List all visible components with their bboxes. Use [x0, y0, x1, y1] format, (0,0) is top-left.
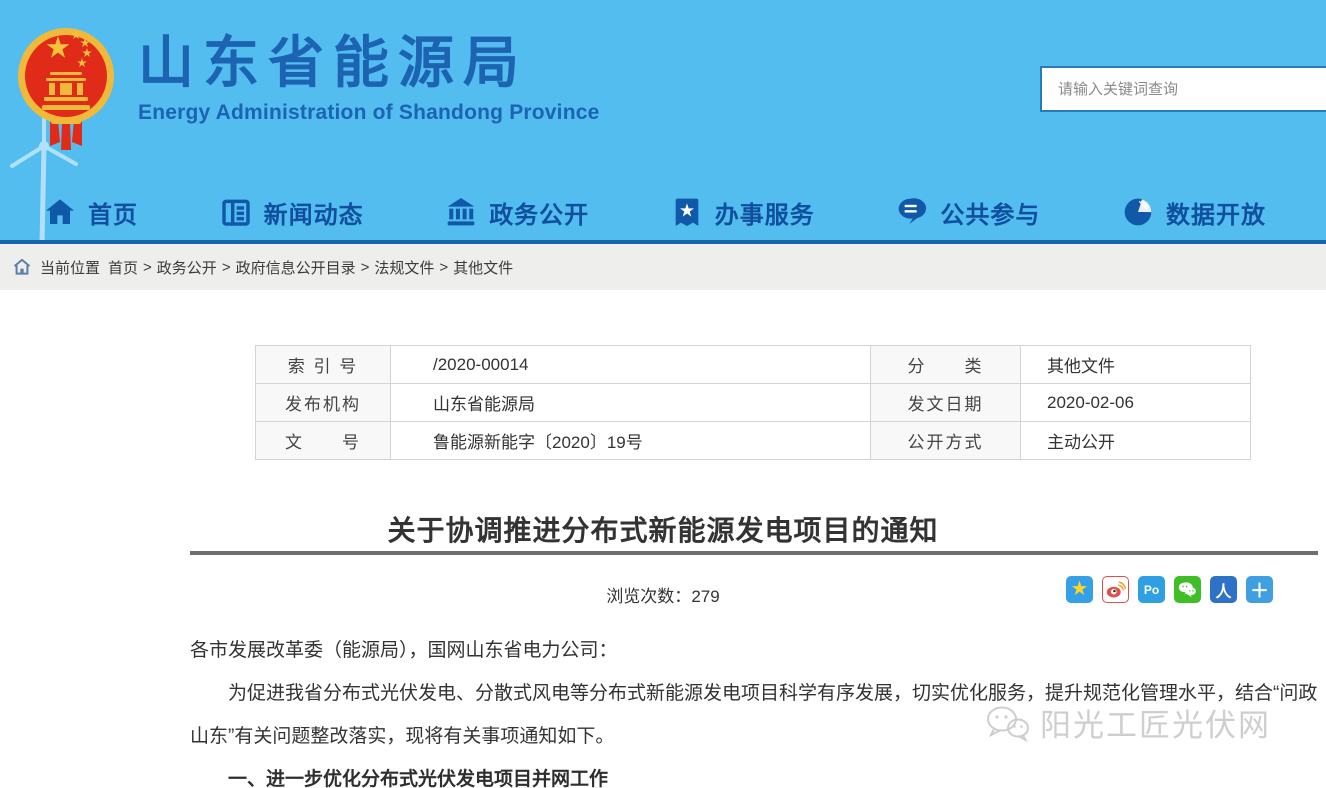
nav-label: 办事服务 — [715, 195, 815, 230]
share-renren-button[interactable]: 人 — [1210, 576, 1237, 603]
site-name: 山东省能源局 — [138, 34, 600, 93]
doc-meta-table: 索 引 号 /2020-00014 分 类 其他文件 发布机构 山东省能源局 发… — [255, 345, 1251, 460]
breadcrumb-home-icon — [12, 257, 32, 277]
nav-item-gov-disclosure[interactable]: 政务公开 — [445, 195, 589, 230]
page: 山东省能源局 Energy Administration of Shandong… — [0, 0, 1326, 788]
article-body: 各市发展改革委（能源局），国网山东省电力公司： 为促进我省分布式光伏发电、分散式… — [190, 629, 1322, 788]
government-building-icon — [445, 196, 477, 228]
article-section-heading: 一、进一步优化分布式光伏发电项目并网工作 — [190, 758, 1322, 788]
news-icon — [220, 196, 252, 228]
home-icon — [44, 196, 76, 228]
share-wechat-button[interactable] — [1174, 576, 1201, 603]
title-divider — [190, 551, 1318, 555]
nav-item-news[interactable]: 新闻动态 — [220, 195, 364, 230]
breadcrumb-item-other-docs[interactable]: 其他文件 — [453, 257, 513, 278]
meta-label-issuer: 发布机构 — [256, 384, 391, 422]
plus-icon: ＋ — [1250, 576, 1269, 603]
breadcrumb-item-gov-disclosure[interactable]: 政务公开 — [157, 257, 217, 278]
nav-label: 新闻动态 — [264, 195, 364, 230]
nav-item-services[interactable]: 办事服务 — [671, 195, 815, 230]
view-count-value: 279 — [691, 587, 719, 606]
meta-value-index-no: /2020-00014 — [391, 346, 871, 384]
table-row: 发布机构 山东省能源局 发文日期 2020-02-06 — [256, 384, 1251, 422]
renren-icon: 人 — [1215, 578, 1231, 602]
breadcrumb-item-regulations[interactable]: 法规文件 — [374, 257, 434, 278]
chat-bubbles-icon — [896, 196, 928, 228]
share-tencent-weibo-button[interactable]: Po — [1138, 576, 1165, 603]
service-badge-icon — [671, 196, 703, 228]
meta-value-issuer: 山东省能源局 — [391, 384, 871, 422]
breadcrumb-prefix: 当前位置 — [40, 257, 100, 278]
site-header: 山东省能源局 Energy Administration of Shandong… — [0, 0, 1326, 242]
breadcrumb-item-home[interactable]: 首页 — [108, 257, 138, 278]
pie-chart-icon — [1122, 196, 1154, 228]
wechat-icon — [1177, 579, 1198, 600]
table-row: 文 号 鲁能源新能字〔2020〕19号 公开方式 主动公开 — [256, 422, 1251, 460]
breadcrumb-separator: > — [143, 259, 152, 276]
breadcrumb-separator: > — [361, 259, 370, 276]
meta-value-doc-no: 鲁能源新能字〔2020〕19号 — [391, 422, 871, 460]
search-input[interactable] — [1040, 66, 1326, 112]
meta-label-open-mode: 公开方式 — [871, 422, 1021, 460]
article-title: 关于协调推进分布式新能源发电项目的通知 — [0, 509, 1326, 549]
article-paragraph: 为促进我省分布式光伏发电、分散式风电等分布式新能源发电项目科学有序发展，切实优化… — [190, 672, 1322, 758]
sina-weibo-icon — [1105, 579, 1126, 600]
table-row: 索 引 号 /2020-00014 分 类 其他文件 — [256, 346, 1251, 384]
share-sina-weibo-button[interactable] — [1102, 576, 1129, 603]
nav-label: 政务公开 — [489, 195, 589, 230]
qzone-star-icon: ★ — [1071, 579, 1089, 599]
site-name-english: Energy Administration of Shandong Provin… — [138, 101, 600, 125]
meta-value-issue-date: 2020-02-06 — [1021, 384, 1251, 422]
main-nav: 首页 新闻动态 — [0, 184, 1326, 240]
nav-label: 数据开放 — [1166, 195, 1266, 230]
breadcrumb-item-catalog[interactable]: 政府信息公开目录 — [236, 257, 356, 278]
breadcrumb-separator: > — [439, 259, 448, 276]
share-bar: ★ Po — [1066, 576, 1273, 603]
nav-item-participation[interactable]: 公共参与 — [896, 195, 1040, 230]
meta-value-open-mode: 主动公开 — [1021, 422, 1251, 460]
national-emblem-icon — [16, 20, 116, 154]
breadcrumb: 当前位置 首页 > 政务公开 > 政府信息公开目录 > 法规文件 > 其他文件 — [0, 244, 1326, 290]
brand-text: 山东省能源局 Energy Administration of Shandong… — [138, 20, 600, 125]
nav-label: 首页 — [88, 195, 138, 230]
nav-label: 公共参与 — [940, 195, 1040, 230]
meta-label-doc-no: 文 号 — [256, 422, 391, 460]
view-count-label: 浏览次数： — [606, 587, 691, 606]
share-more-button[interactable]: ＋ — [1246, 576, 1273, 603]
nav-item-home[interactable]: 首页 — [44, 195, 138, 230]
article-salutation: 各市发展改革委（能源局），国网山东省电力公司： — [190, 629, 1322, 672]
meta-label-category: 分 类 — [871, 346, 1021, 384]
site-logo[interactable]: 山东省能源局 Energy Administration of Shandong… — [16, 20, 600, 154]
breadcrumb-separator: > — [222, 259, 231, 276]
share-qzone-button[interactable]: ★ — [1066, 576, 1093, 603]
nav-item-open-data[interactable]: 数据开放 — [1122, 195, 1266, 230]
tencent-weibo-icon: Po — [1144, 583, 1159, 597]
meta-label-index-no: 索 引 号 — [256, 346, 391, 384]
meta-value-category: 其他文件 — [1021, 346, 1251, 384]
meta-label-issue-date: 发文日期 — [871, 384, 1021, 422]
